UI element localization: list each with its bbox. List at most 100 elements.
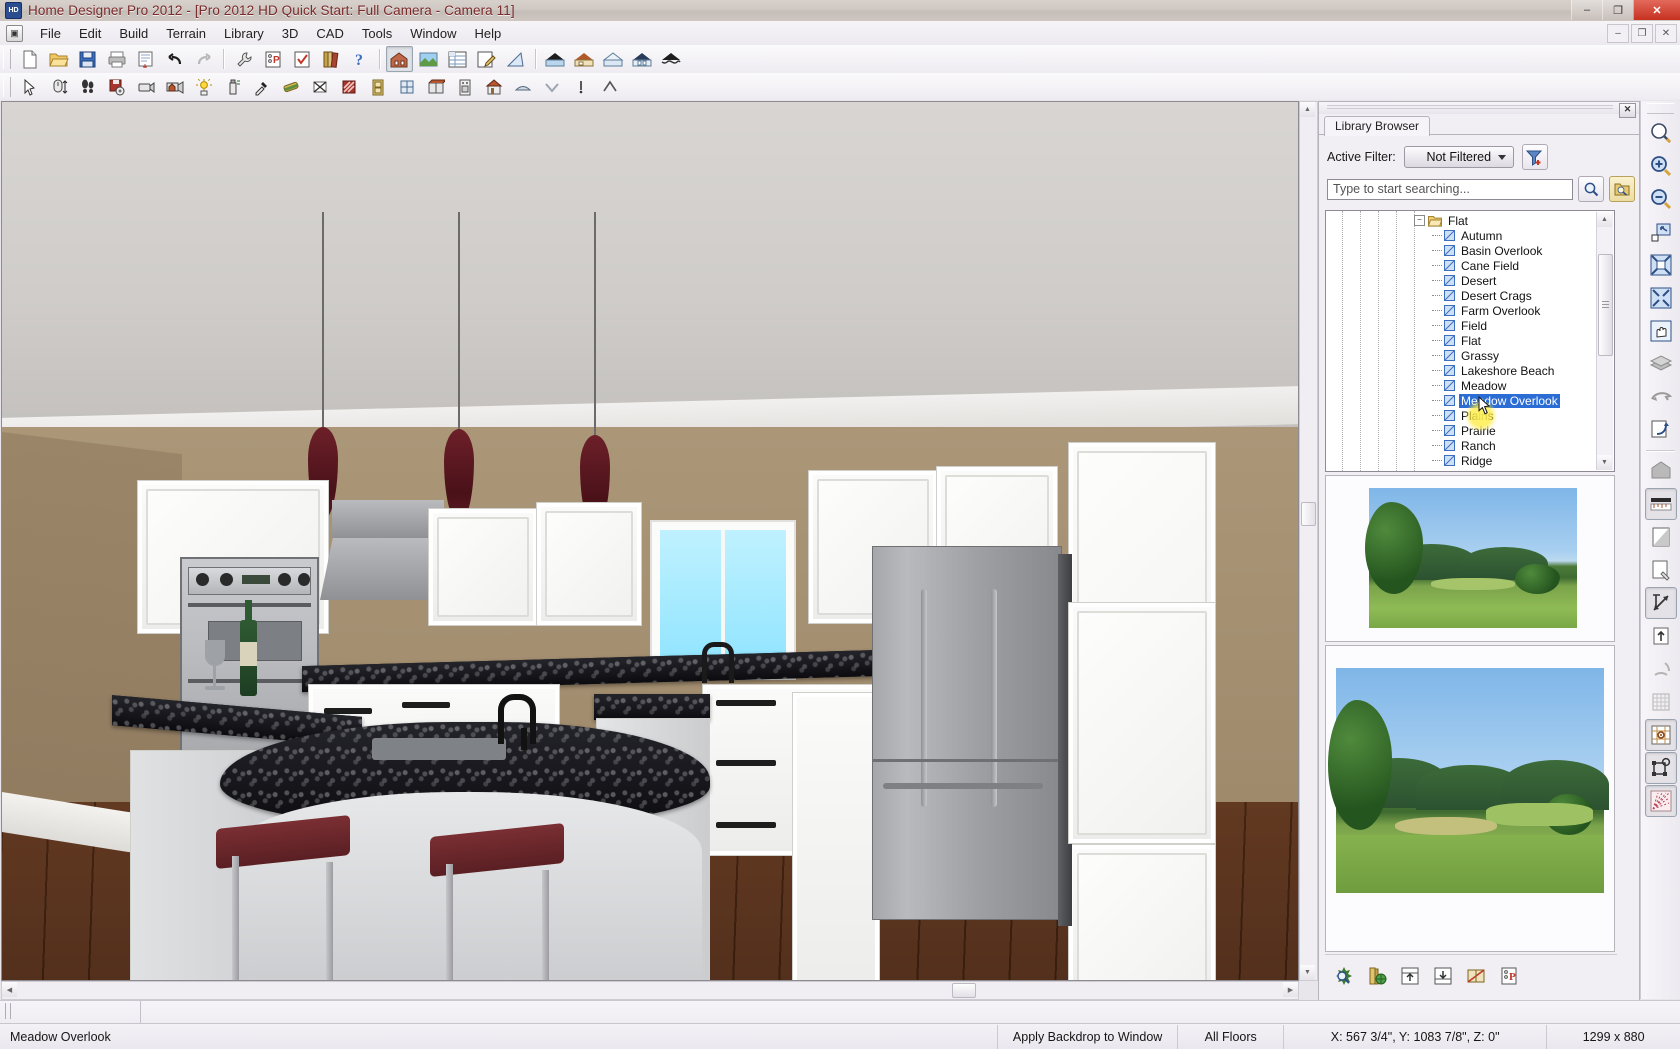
menu-help[interactable]: Help [465,24,510,43]
tree-item-ridge[interactable]: Ridge [1326,453,1596,468]
materials-list-icon[interactable] [444,46,471,72]
scroll-right-arrow[interactable]: ▶ [1283,982,1298,997]
undo-zoom-icon[interactable] [1645,381,1677,413]
select-objects-icon[interactable] [16,74,43,100]
tree-item-flat[interactable]: Flat [1326,333,1596,348]
plan-defaults-icon[interactable]: P [259,46,286,72]
menu-cad[interactable]: CAD [307,24,352,43]
mdi-restore-button[interactable]: ❐ [1631,24,1653,43]
tab-library-browser[interactable]: Library Browser [1324,116,1430,136]
tree-item-desert-crags[interactable]: Desert Crags [1326,288,1596,303]
menu-build[interactable]: Build [110,24,157,43]
plan-defaults-icon[interactable]: P [1495,963,1522,989]
viewport-vertical-scrollbar[interactable]: ▲ ▼ [1299,101,1318,981]
tree-scroll-up-arrow[interactable]: ▲ [1597,212,1612,227]
menu-terrain[interactable]: Terrain [157,24,215,43]
menu-library[interactable]: Library [215,24,273,43]
reference-display-icon[interactable] [1645,521,1677,553]
rulers-icon[interactable] [1645,488,1677,520]
elevation-region-icon[interactable] [596,74,623,100]
collapse-icon[interactable]: − [1414,215,1425,226]
scroll-up-arrow[interactable]: ▲ [1300,102,1315,117]
search-button[interactable] [1578,176,1604,202]
house-tool-icon[interactable] [480,74,507,100]
cabinet-tool-icon[interactable] [422,74,449,100]
zoom-window-icon[interactable] [1645,117,1677,149]
north-pointer-icon[interactable] [1645,620,1677,652]
mdi-minimize-button[interactable]: – [1607,24,1629,43]
layers-icon[interactable] [1645,348,1677,380]
tree-item-meadow[interactable]: Meadow [1326,378,1596,393]
fill-window-icon[interactable] [1645,216,1677,248]
appliance-tool-icon[interactable] [451,74,478,100]
vertical-scroll-thumb[interactable] [1301,502,1316,526]
undo-icon[interactable] [161,46,188,72]
tree-item-desert[interactable]: Desert [1326,273,1596,288]
sun-angle-icon[interactable] [1645,653,1677,685]
print-preview-icon[interactable] [132,46,159,72]
tree-scroll-down-arrow[interactable]: ▼ [1597,455,1612,470]
tree-item-field[interactable]: Field [1326,318,1596,333]
tree-item-plains[interactable]: Plains [1326,408,1596,423]
tree-item-ranch[interactable]: Ranch [1326,438,1596,453]
panel-flip-icon[interactable] [1462,963,1489,989]
horizontal-scroll-thumb[interactable] [952,983,976,998]
eyedropper-icon[interactable] [248,74,275,100]
menu-tools[interactable]: Tools [353,24,401,43]
pan-window-icon[interactable] [1645,315,1677,347]
mdi-close-button[interactable]: ✕ [1655,24,1677,43]
scroll-down-arrow[interactable]: ▼ [1300,965,1315,980]
tree-scroll-thumb[interactable] [1598,254,1613,356]
redo-icon[interactable] [190,46,217,72]
help-icon[interactable]: ? [346,46,373,72]
restore-button[interactable]: ❐ [1602,0,1633,20]
roof-gable-icon[interactable] [571,46,598,72]
zoom-in-icon[interactable] [1645,150,1677,182]
tree-item-grassy[interactable]: Grassy [1326,348,1596,363]
tree-vertical-scrollbar[interactable]: ▲ ▼ [1596,212,1613,470]
save-camera-icon[interactable] [103,74,130,100]
house-view-icon[interactable] [386,46,413,72]
adjust-material-icon[interactable] [335,74,362,100]
panel-top-icon[interactable] [1396,963,1423,989]
tree-item-meadow-overlook[interactable]: Meadow Overlook [1326,393,1596,408]
viewport-horizontal-scrollbar[interactable]: ◀ ▶ [1,981,1299,1000]
preferences-icon[interactable] [230,46,257,72]
backdrop-icon[interactable] [1645,455,1677,487]
minimize-button[interactable]: – [1571,0,1602,20]
update-library-icon[interactable] [1363,963,1390,989]
open-file-icon[interactable] [45,46,72,72]
panel-bottom-icon[interactable] [1429,963,1456,989]
scroll-left-arrow[interactable]: ◀ [2,982,17,997]
menu-3d[interactable]: 3D [273,24,308,43]
document-icon[interactable]: ▣ [6,25,23,42]
zoom-out-icon[interactable] [1645,183,1677,215]
menu-edit[interactable]: Edit [70,24,110,43]
menu-window[interactable]: Window [401,24,465,43]
fill-window-all-icon[interactable] [1645,282,1677,314]
camera-3d-viewport[interactable] [1,101,1299,981]
tree-item-prairie[interactable]: Prairie [1326,423,1596,438]
hill-tool-icon[interactable] [509,74,536,100]
camera-house-icon[interactable] [161,74,188,100]
manage-filters-button[interactable] [1522,144,1548,170]
mouse-orbit-icon[interactable] [45,74,72,100]
toolbar-grip[interactable] [3,49,11,69]
material-paint-icon[interactable] [277,74,304,100]
library-tree[interactable]: − Flat Autumn Basin Overlook [1325,210,1615,472]
grid-snaps-icon[interactable] [1645,686,1677,718]
roof-dormer-icon[interactable] [629,46,656,72]
door-tool-icon[interactable] [364,74,391,100]
browse-library-button[interactable] [1609,176,1635,202]
angle-snaps-icon[interactable] [1645,719,1677,751]
print-icon[interactable] [103,46,130,72]
display-options-icon[interactable] [1645,554,1677,586]
menu-file[interactable]: File [31,24,70,43]
roof-shed-icon[interactable] [658,46,685,72]
save-file-icon[interactable] [74,46,101,72]
refresh-display-icon[interactable] [1645,414,1677,446]
camera-plain-icon[interactable] [132,74,159,100]
tree-item-autumn[interactable]: Autumn [1326,228,1596,243]
snap-grid-icon[interactable] [1645,785,1677,817]
search-library-icon[interactable] [1330,963,1357,989]
